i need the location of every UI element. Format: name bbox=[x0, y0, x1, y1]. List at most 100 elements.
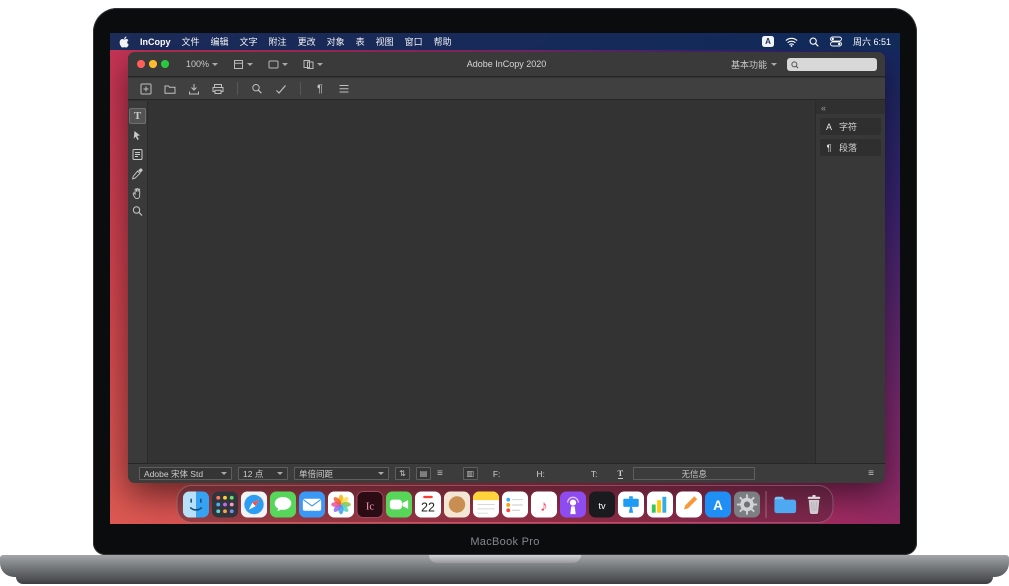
find-icon[interactable] bbox=[249, 81, 265, 97]
dock-safari-icon[interactable] bbox=[241, 489, 269, 519]
copyfit-indicator-icon: T bbox=[618, 469, 624, 479]
dock-tv-icon[interactable]: tv bbox=[589, 489, 617, 519]
dock-podcasts-icon[interactable] bbox=[560, 489, 588, 519]
menu-item-10[interactable]: 帮助 bbox=[434, 35, 452, 48]
menu-item-2[interactable]: 编辑 bbox=[211, 35, 229, 48]
dock-facetime-icon[interactable] bbox=[386, 489, 414, 519]
dock: Ic 22 ♪ tv A bbox=[177, 485, 834, 523]
chevron-down-icon bbox=[212, 63, 218, 66]
control-bar-menu-icon[interactable]: ≡ bbox=[868, 468, 874, 479]
dock-pages-icon[interactable] bbox=[676, 489, 704, 519]
dock-photos-icon[interactable] bbox=[328, 489, 356, 519]
apple-menu[interactable] bbox=[119, 36, 129, 48]
zoom-level-select[interactable]: 100% bbox=[186, 59, 218, 69]
font-size-select[interactable]: 12 点 bbox=[238, 467, 288, 480]
incopy-window: 100% Adobe InCopy 2020 bbox=[128, 52, 885, 483]
grid-view-button[interactable]: ▥ bbox=[463, 467, 478, 480]
font-family-select[interactable]: Adobe 宋体 Std bbox=[139, 467, 232, 480]
dock-music-icon[interactable]: ♪ bbox=[531, 489, 559, 519]
menu-item-6[interactable]: 对象 bbox=[327, 35, 345, 48]
copyfit-t-label: T: bbox=[591, 469, 598, 479]
eyedropper-tool[interactable] bbox=[129, 165, 146, 181]
workspace-switcher[interactable]: 基本功能 bbox=[731, 58, 777, 71]
menu-item-5[interactable]: 更改 bbox=[298, 35, 316, 48]
chevron-down-icon bbox=[277, 472, 283, 475]
leading-select[interactable]: 单倍间距 bbox=[294, 467, 389, 480]
device-label: MacBook Pro bbox=[93, 536, 917, 548]
list-options-icon[interactable]: ≡ bbox=[437, 468, 443, 479]
show-hidden-characters-icon[interactable]: ¶ bbox=[312, 81, 328, 97]
menu-item-8[interactable]: 视图 bbox=[376, 35, 394, 48]
note-tool[interactable] bbox=[129, 146, 146, 162]
open-document-icon[interactable] bbox=[162, 81, 178, 97]
search-input[interactable] bbox=[802, 60, 872, 69]
position-tool[interactable] bbox=[129, 127, 146, 143]
svg-text:Ic: Ic bbox=[366, 501, 375, 512]
dock-app-store-icon[interactable]: A bbox=[705, 489, 733, 519]
copyfit-f-label: F: bbox=[493, 469, 501, 479]
dock-contacts-icon[interactable] bbox=[444, 489, 472, 519]
menu-bar-menus: 文件编辑文字附注更改对象表视图窗口帮助 bbox=[182, 35, 452, 48]
maximize-button[interactable] bbox=[161, 60, 169, 68]
menu-item-9[interactable]: 窗口 bbox=[405, 35, 423, 48]
font-size-value: 12 点 bbox=[243, 468, 263, 480]
menu-item-7[interactable]: 表 bbox=[356, 35, 365, 48]
chevron-down-icon bbox=[247, 63, 253, 66]
svg-text:22: 22 bbox=[421, 500, 435, 514]
toolbar: ¶ bbox=[128, 78, 885, 100]
toolbar-divider bbox=[237, 82, 238, 95]
control-center-icon[interactable] bbox=[830, 36, 842, 47]
story-list-icon[interactable] bbox=[336, 81, 352, 97]
panel-tab-paragraph[interactable]: ¶段落 bbox=[820, 139, 881, 156]
dock-reminders-icon[interactable] bbox=[502, 489, 530, 519]
panel-tab-character[interactable]: A字符 bbox=[820, 118, 881, 135]
macbook-lid-notch bbox=[429, 555, 581, 563]
arrange-documents-dropdown[interactable] bbox=[303, 59, 323, 70]
vertical-spacing-button[interactable]: ⇅ bbox=[395, 467, 410, 480]
dock-messages-icon[interactable] bbox=[270, 489, 298, 519]
dock-calendar-icon[interactable]: 22 bbox=[415, 489, 443, 519]
svg-text:♪: ♪ bbox=[540, 497, 548, 514]
search-field[interactable] bbox=[787, 58, 877, 71]
save-document-icon[interactable] bbox=[186, 81, 202, 97]
text-frame-button[interactable]: ▤ bbox=[416, 467, 431, 480]
dock-incopy-icon[interactable]: Ic bbox=[357, 489, 385, 519]
dock-numbers-icon[interactable] bbox=[647, 489, 675, 519]
spotlight-search-icon[interactable] bbox=[809, 37, 819, 47]
dock-notes-icon[interactable] bbox=[473, 489, 501, 519]
type-tool[interactable]: T bbox=[129, 108, 146, 124]
menu-item-1[interactable]: 文件 bbox=[182, 35, 200, 48]
dock-mail-icon[interactable] bbox=[299, 489, 327, 519]
menu-bar-clock[interactable]: 周六 6:51 bbox=[853, 35, 891, 48]
dock-keynote-icon[interactable] bbox=[618, 489, 646, 519]
dock-system-preferences-icon[interactable] bbox=[734, 489, 762, 519]
desktop-wallpaper: InCopy 文件编辑文字附注更改对象表视图窗口帮助 A 周六 6:51 bbox=[110, 33, 900, 524]
menu-item-4[interactable]: 附注 bbox=[269, 35, 287, 48]
view-options-dropdown[interactable] bbox=[233, 59, 253, 70]
app-menu-name[interactable]: InCopy bbox=[140, 37, 171, 47]
wifi-icon[interactable] bbox=[785, 37, 798, 47]
macbook-base-edge bbox=[16, 577, 993, 584]
zoom-tool[interactable] bbox=[129, 203, 146, 219]
collapse-panels-button[interactable]: « bbox=[816, 101, 885, 114]
dock-divider bbox=[766, 491, 767, 518]
window-title: Adobe InCopy 2020 bbox=[467, 59, 547, 69]
workspace-name: 基本功能 bbox=[731, 58, 767, 71]
screen-mode-dropdown[interactable] bbox=[268, 59, 288, 70]
hand-tool[interactable] bbox=[129, 184, 146, 200]
print-icon[interactable] bbox=[210, 81, 226, 97]
dock-launchpad-icon[interactable] bbox=[212, 489, 240, 519]
close-button[interactable] bbox=[137, 60, 145, 68]
leading-value: 单倍间距 bbox=[299, 468, 333, 480]
chevron-down-icon bbox=[771, 63, 777, 66]
dock-downloads-folder-icon[interactable] bbox=[771, 489, 799, 519]
menu-item-3[interactable]: 文字 bbox=[240, 35, 258, 48]
document-canvas[interactable] bbox=[149, 101, 814, 463]
new-document-icon[interactable] bbox=[138, 81, 154, 97]
spellcheck-icon[interactable] bbox=[273, 81, 289, 97]
input-source-icon[interactable]: A bbox=[762, 36, 774, 47]
dock-trash-icon[interactable] bbox=[800, 489, 828, 519]
minimize-button[interactable] bbox=[149, 60, 157, 68]
dock-finder-icon[interactable] bbox=[183, 489, 211, 519]
panel-tabs: A字符 ¶段落 bbox=[816, 118, 885, 156]
